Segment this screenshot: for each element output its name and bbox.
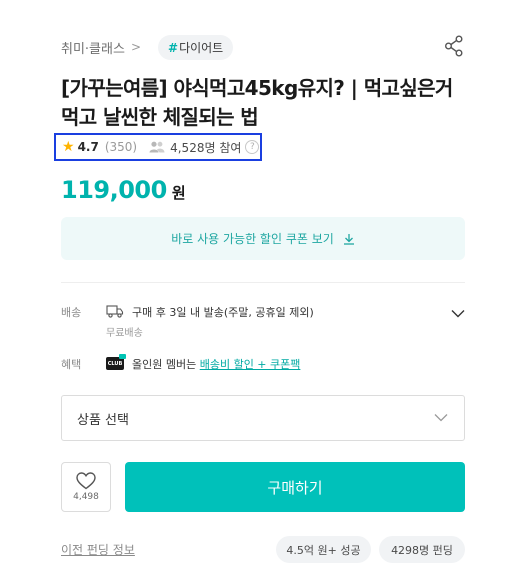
price-row: 119,000 원 — [61, 176, 186, 204]
option-select-label: 상품 선택 — [77, 412, 129, 428]
rating-value: 4.7 — [77, 140, 99, 154]
download-icon — [343, 233, 355, 245]
breadcrumb-row: 취미·클래스 > #다이어트 — [61, 34, 466, 60]
price-amount: 119,000 — [61, 176, 167, 204]
coupon-button[interactable]: 바로 사용 가능한 할인 쿠폰 보기 — [61, 217, 465, 260]
benefit-prefix: 올인원 멤버는 — [132, 358, 200, 371]
title-line-2: 먹고 날씬한 체질되는 법 — [61, 105, 259, 129]
club-badge-icon: CLUB — [106, 354, 126, 370]
benefit-link[interactable]: 배송비 할인 + 쿠폰팩 — [200, 358, 301, 371]
breadcrumb: 취미·클래스 > — [61, 38, 148, 57]
participant-count: 4,528명 참여 — [170, 140, 242, 155]
section-divider — [61, 282, 465, 283]
heart-icon — [76, 472, 96, 490]
help-icon[interactable]: ? — [245, 140, 260, 154]
review-count[interactable]: (350) — [105, 140, 137, 154]
prev-funding-link[interactable]: 이전 펀딩 정보 — [61, 541, 135, 558]
benefit-label: 혜택 — [61, 358, 82, 371]
like-count: 4,498 — [73, 492, 99, 502]
price-unit: 원 — [171, 184, 186, 202]
coupon-label: 바로 사용 가능한 할인 쿠폰 보기 — [171, 232, 334, 246]
funding-count-chip: 4298명 펀딩 — [379, 536, 465, 563]
benefit-info: 혜택 CLUB 올인원 멤버는 배송비 할인 + 쿠폰팩 — [61, 354, 465, 374]
share-button[interactable] — [442, 34, 466, 58]
star-icon: ★ — [62, 139, 75, 155]
chevron-down-icon — [434, 411, 448, 426]
funding-amount-chip: 4.5억 원+ 성공 — [276, 536, 371, 563]
breadcrumb-separator: > — [130, 40, 141, 54]
page-title: [가꾸는여름] 야식먹고45kg유지? | 먹고싶은거 먹고 날씬한 체질되는 … — [61, 74, 471, 132]
buy-button[interactable]: 구매하기 — [125, 462, 465, 512]
option-select[interactable]: 상품 선택 — [61, 395, 465, 441]
tag-chip-diet[interactable]: #다이어트 — [158, 34, 234, 60]
shipping-label: 배송 — [61, 306, 82, 319]
truck-icon — [106, 304, 124, 321]
share-icon — [445, 35, 463, 57]
tag-label: 다이어트 — [179, 40, 224, 55]
hash-symbol: # — [168, 40, 179, 55]
like-button[interactable]: 4,498 — [61, 462, 111, 512]
breadcrumb-category[interactable]: 취미·클래스 — [61, 38, 125, 57]
shipping-text: 구매 후 3일 내 발송(주말, 공휴일 제외) — [132, 306, 314, 319]
title-line-1: [가꾸는여름] 야식먹고45kg유지? | 먹고싶은거 — [61, 76, 453, 100]
shipping-sub: 무료배송 — [106, 328, 143, 339]
rating-summary: ★ 4.7 (350) 4,528명 참여 ? — [54, 133, 262, 161]
people-icon — [149, 141, 165, 153]
shipping-info: 배송 구매 후 3일 내 발송(주말, 공휴일 제외) 무료배송 — [61, 304, 465, 340]
chevron-down-icon[interactable] — [451, 308, 465, 321]
benefit-text: 올인원 멤버는 배송비 할인 + 쿠폰팩 — [132, 356, 300, 372]
